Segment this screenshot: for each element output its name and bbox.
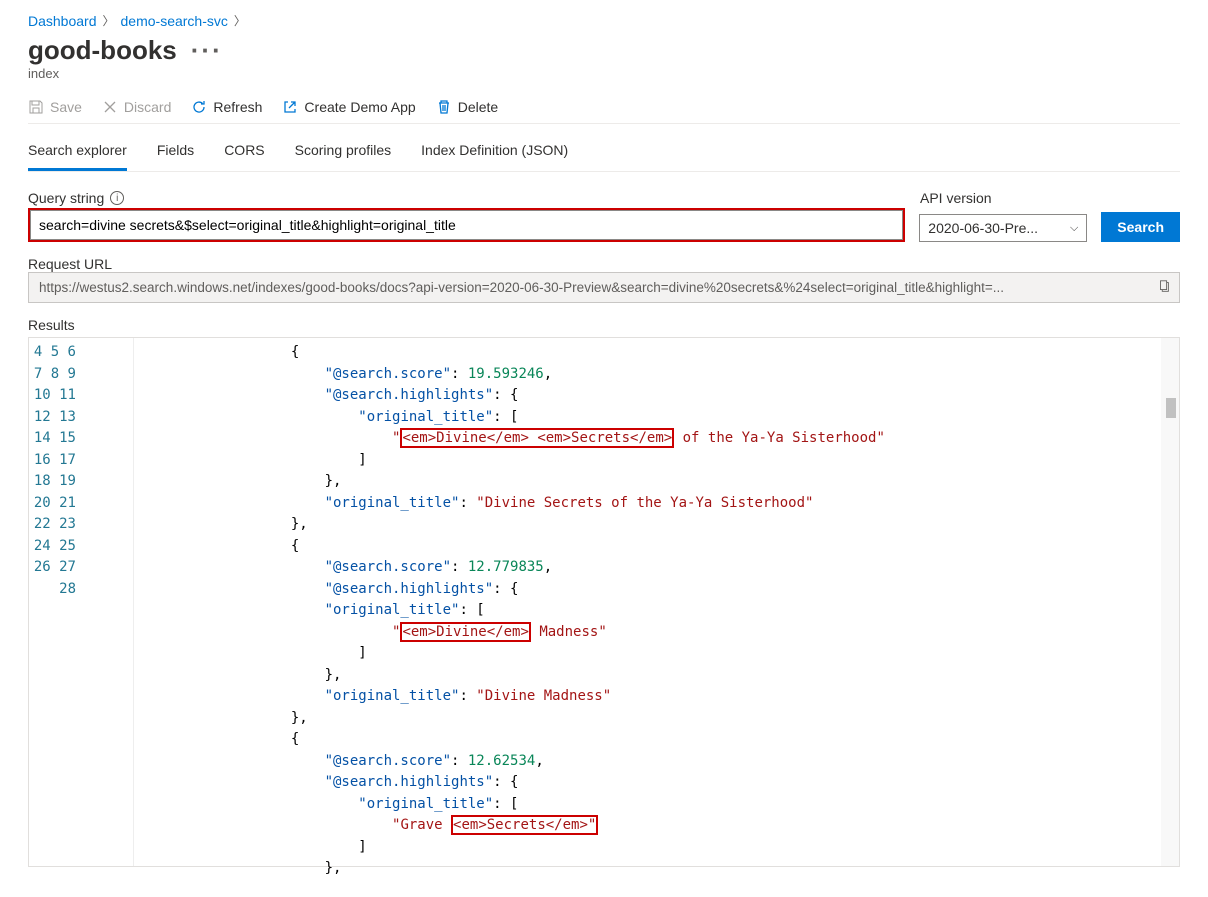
refresh-icon [191,99,207,115]
line-number-gutter: 4 5 6 7 8 9 10 11 12 13 14 15 16 17 18 1… [29,338,84,866]
tab-index-definition[interactable]: Index Definition (JSON) [421,136,568,171]
api-version-select[interactable]: 2020-06-30-Pre... ⌵ [919,214,1087,242]
create-demo-app-button[interactable]: Create Demo App [282,99,415,115]
info-icon[interactable]: i [110,191,124,205]
search-button[interactable]: Search [1101,212,1180,242]
query-string-label: Query string i [28,190,906,206]
api-version-label: API version [920,190,1088,206]
results-editor[interactable]: 4 5 6 7 8 9 10 11 12 13 14 15 16 17 18 1… [28,337,1180,867]
page-title: good-books ··· [28,35,1180,66]
chevron-right-icon: 〉 [234,12,246,29]
refresh-button[interactable]: Refresh [191,99,262,115]
tab-bar: Search explorer Fields CORS Scoring prof… [28,136,1180,172]
chevron-down-icon: ⌵ [1070,222,1078,235]
breadcrumb: Dashboard 〉 demo-search-svc 〉 [28,0,1180,29]
code-content: { "@search.score": 19.593246, "@search.h… [134,338,1179,866]
page-subtitle: index [28,66,1180,81]
save-icon [28,99,44,115]
tab-search-explorer[interactable]: Search explorer [28,136,127,171]
external-link-icon [282,99,298,115]
trash-icon [436,99,452,115]
breadcrumb-service[interactable]: demo-search-svc [121,13,228,29]
chevron-right-icon: 〉 [103,12,115,29]
vertical-scrollbar[interactable] [1161,338,1179,866]
discard-button[interactable]: Discard [102,99,171,115]
request-url-label: Request URL [28,256,1180,272]
tab-scoring-profiles[interactable]: Scoring profiles [295,136,392,171]
query-string-highlight-box [28,208,905,242]
tab-fields[interactable]: Fields [157,136,194,171]
breadcrumb-dashboard[interactable]: Dashboard [28,13,97,29]
copy-icon[interactable] [1157,279,1171,296]
delete-button[interactable]: Delete [436,99,498,115]
save-button[interactable]: Save [28,99,82,115]
close-icon [102,99,118,115]
query-string-input[interactable] [30,210,903,240]
more-actions-icon[interactable]: ··· [191,35,223,66]
results-label: Results [28,317,1180,333]
scrollbar-thumb[interactable] [1166,398,1176,418]
command-bar: Save Discard Refresh Create Demo App Del… [28,99,1180,124]
request-url-field: https://westus2.search.windows.net/index… [28,272,1180,303]
tab-cors[interactable]: CORS [224,136,264,171]
